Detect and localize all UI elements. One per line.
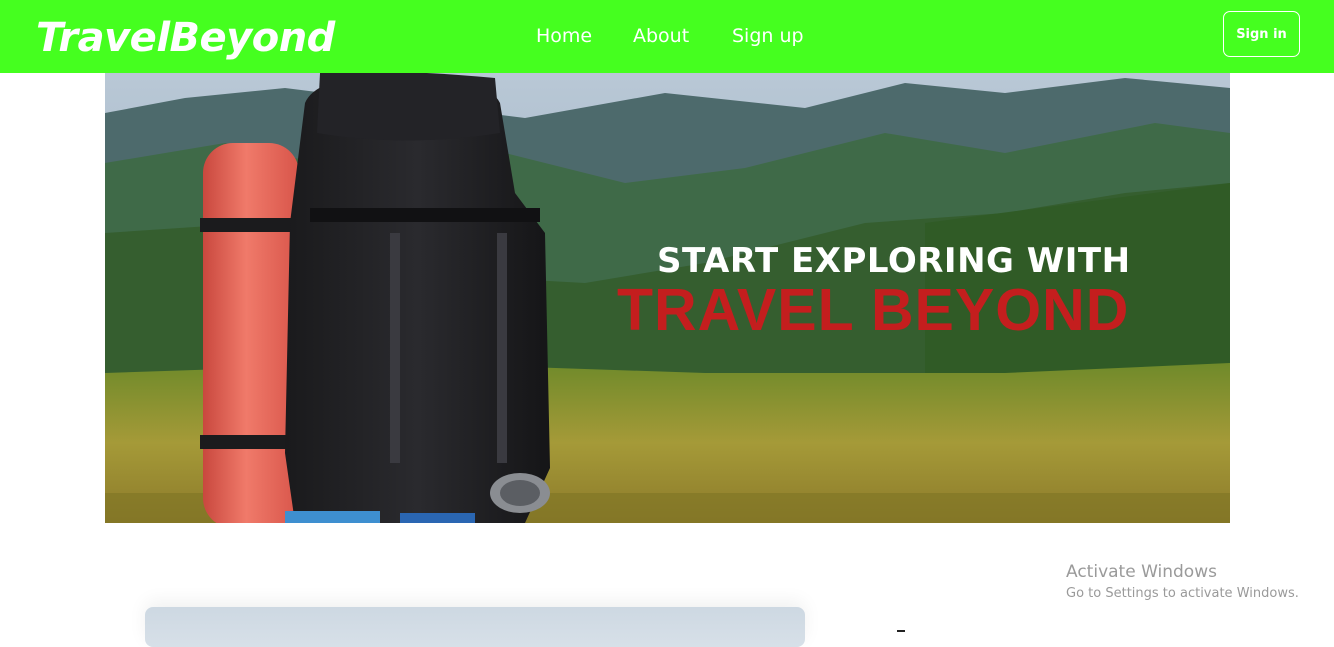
windows-activation-title: Activate Windows <box>1066 562 1217 582</box>
card-image-preview <box>145 607 805 647</box>
windows-activation-subtitle: Go to Settings to activate Windows. <box>1066 586 1299 601</box>
nav-link-signup[interactable]: Sign up <box>732 24 804 48</box>
signin-button[interactable]: Sign in <box>1223 11 1300 57</box>
nav-link-home[interactable]: Home <box>536 24 592 48</box>
navbar: TravelBeyond Home About Sign up Sign in <box>0 0 1334 73</box>
hero-heading-line2: TRAVEL BEYOND <box>617 277 1130 343</box>
brand-logo[interactable]: TravelBeyond <box>36 12 335 64</box>
hero-heading-line1: START EXPLORING WITH <box>657 241 1131 281</box>
nav-link-about[interactable]: About <box>633 24 689 48</box>
hero-banner: START EXPLORING WITH TRAVEL BEYOND <box>105 73 1230 523</box>
text-fragment <box>897 630 905 632</box>
